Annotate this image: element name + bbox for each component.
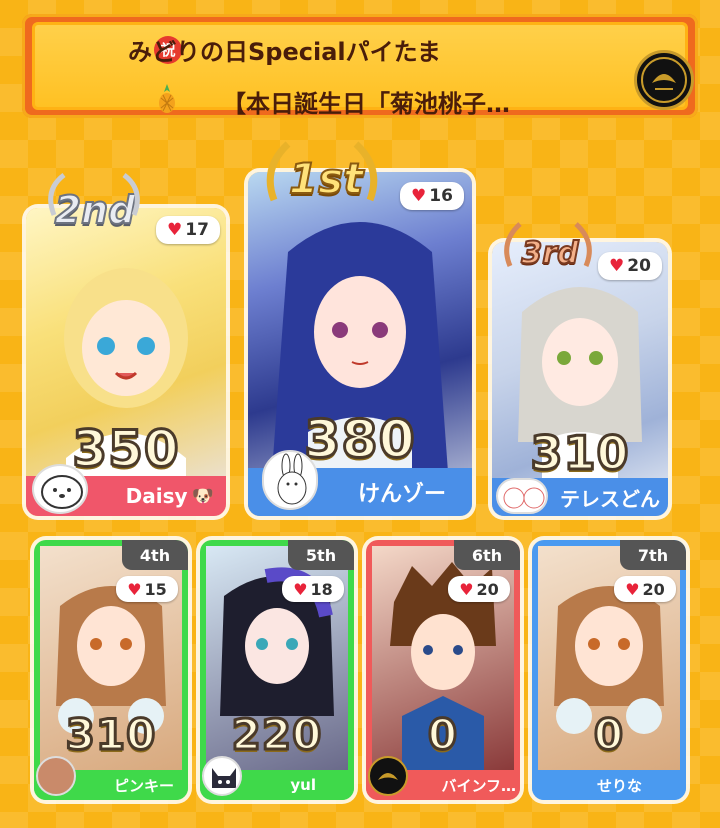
user-avatar[interactable]	[368, 756, 408, 796]
user-avatar[interactable]	[36, 756, 76, 796]
crest-icon	[378, 773, 398, 780]
like-count-badge: ♥ 16	[400, 182, 464, 210]
heart-icon: ♥	[625, 579, 640, 599]
laurel-icon	[48, 173, 140, 216]
like-count: 16	[429, 186, 453, 206]
rank-label: 7th	[620, 540, 686, 570]
like-count-badge: ♥ 20	[614, 576, 676, 602]
like-count: 20	[642, 579, 665, 599]
heart-icon: ♥	[167, 220, 183, 240]
rank-label: 6th	[454, 540, 520, 570]
user-name: けんゾー	[357, 482, 446, 507]
rank-card-6th[interactable]: 6th ♥ 20 0 バインフ…	[366, 540, 520, 800]
sketch-avatar-icon	[503, 487, 545, 509]
heart-icon: ♥	[459, 579, 474, 599]
banner-title-line2: 【本日誕生日「菊池桃子…	[222, 90, 510, 118]
crest-icon	[641, 57, 687, 103]
user-name: yul	[290, 776, 316, 794]
rank-label: 4th	[122, 540, 188, 570]
user-avatar[interactable]	[32, 464, 88, 514]
heart-icon: ♥	[127, 579, 142, 599]
rank-label: 5th	[288, 540, 354, 570]
rank-medal-1st: 1st	[288, 153, 364, 204]
rank-card-1st[interactable]: 380 けんゾー ♥ 16	[248, 172, 472, 516]
like-count-badge: ♥ 17	[156, 216, 220, 244]
rank-card-4th[interactable]: 4th ♥ 15 310 ピンキー	[34, 540, 188, 800]
like-count: 17	[185, 220, 209, 240]
card-footer: せりな	[532, 770, 686, 800]
stream-title-banner[interactable]: 祝 みどりの日Specialパイたま 【本日誕生日「菊池桃子…	[22, 14, 698, 118]
channel-avatar[interactable]	[634, 50, 694, 110]
user-avatar[interactable]	[496, 478, 548, 514]
rank-medal-3rd: 3rd	[520, 235, 579, 272]
user-avatar[interactable]	[202, 756, 242, 796]
like-count: 18	[310, 579, 333, 599]
heart-icon: ♥	[411, 186, 427, 206]
rank-card-2nd[interactable]: 350 Daisy 🐶 ♥ 17	[26, 208, 226, 516]
like-count-badge: ♥ 20	[598, 252, 662, 280]
banner-title-line1: みどりの日Specialパイたま	[128, 38, 441, 66]
user-name: Daisy	[125, 484, 188, 508]
user-name: ピンキー	[113, 776, 174, 795]
user-name: バインフ…	[441, 776, 516, 795]
score: 0	[426, 709, 459, 761]
rank-card-7th[interactable]: 7th ♥ 20 0 せりな	[532, 540, 686, 800]
heart-icon: ♥	[609, 256, 625, 276]
user-avatar[interactable]	[262, 450, 318, 510]
score: 310	[529, 425, 630, 482]
score: 0	[592, 709, 625, 761]
like-count: 20	[476, 579, 499, 599]
heart-icon: ♥	[293, 579, 308, 599]
like-count: 20	[627, 256, 651, 276]
rabbit-avatar-icon	[277, 453, 307, 505]
user-name: テレスどん	[560, 486, 660, 511]
pineapple-icon	[159, 84, 175, 113]
like-count-badge: ♥ 20	[448, 576, 510, 602]
score: 310	[64, 709, 157, 761]
rank-card-5th[interactable]: 5th ♥ 18 220 yul	[200, 540, 354, 800]
like-count-badge: ♥ 15	[116, 576, 178, 602]
like-count-badge: ♥ 18	[282, 576, 344, 602]
dog-icon: 🐶	[191, 485, 214, 507]
user-name: せりな	[596, 776, 642, 795]
rank-card-3rd[interactable]: 310 テレスどん ♥ 20	[492, 242, 668, 516]
like-count: 15	[144, 579, 167, 599]
score: 220	[230, 709, 323, 761]
